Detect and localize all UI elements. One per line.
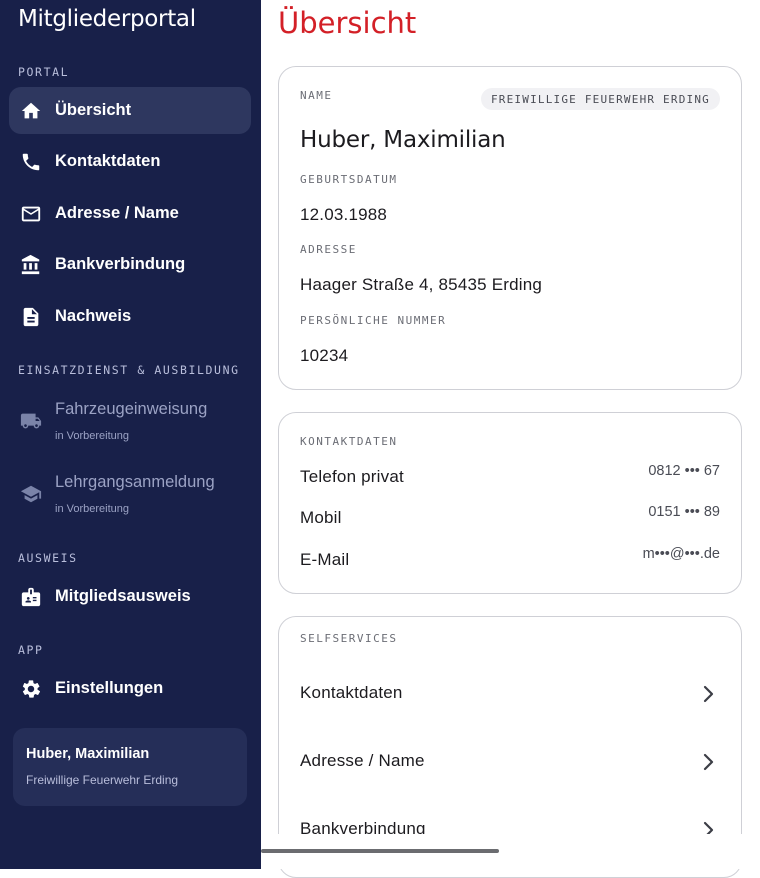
main-content: Übersicht NAME FREIWILLIGE FEUERWEHR ERD… [261,0,760,878]
selfservice-label: Adresse / Name [300,751,425,770]
contact-heading: KONTAKTDATEN [300,435,398,448]
personal-number-label: PERSÖNLICHE NUMMER [300,314,447,327]
sidebar-item-status: in Vorbereitung [55,430,129,442]
mail-icon [19,202,43,226]
sidebar-item-uebersicht[interactable]: Übersicht [9,87,251,134]
phone-label: Telefon privat [300,467,404,486]
sidebar-item-adresse[interactable]: Adresse / Name [9,190,251,237]
bank-icon [19,253,43,277]
sidebar-item-label: Mitgliedsausweis [55,587,191,605]
contact-card: KONTAKTDATEN Telefon privat 0812 ••• 67 … [278,412,742,594]
page-title: Übersicht [278,6,417,40]
user-organization: Freiwillige Feuerwehr Erding [26,773,179,787]
sidebar-item-status: in Vorbereitung [55,503,129,515]
home-icon [19,99,43,123]
organization-chip: FREIWILLIGE FEUERWEHR ERDING [480,88,720,110]
chevron-right-icon [701,684,717,704]
address-label: ADRESSE [300,243,357,256]
home-indicator[interactable] [261,849,499,853]
sidebar-item-label: Einstellungen [55,679,164,697]
phone-value: 0812 ••• 67 [648,463,720,479]
sidebar-item-label: Nachweis [55,307,132,325]
sidebar-item-kontaktdaten[interactable]: Kontaktdaten [9,138,251,185]
mobile-label: Mobil [300,508,342,527]
sidebar-item-label: Übersicht [55,101,132,119]
contact-row-email: E-Mail m•••@•••.de [300,546,720,574]
contact-row-phone: Telefon privat 0812 ••• 67 [300,463,720,491]
selfservice-kontaktdaten[interactable]: Kontaktdaten [279,665,741,725]
profile-card: NAME FREIWILLIGE FEUERWEHR ERDING Huber,… [278,66,742,390]
personal-number-value: 10234 [300,346,349,365]
email-value: m•••@•••.de [642,546,720,562]
sidebar-item-label: Fahrzeugeinweisung [55,400,208,418]
school-icon [19,482,43,506]
user-name: Huber, Maximilian [26,746,150,762]
sidebar-item-mitgliedsausweis[interactable]: Mitgliedsausweis [9,573,251,620]
selfservice-adresse[interactable]: Adresse / Name [279,733,741,793]
sidebar-item-label: Adresse / Name [55,204,179,222]
gear-icon [19,677,43,701]
email-label: E-Mail [300,550,350,569]
section-label-ausweis: AUSWEIS [18,551,78,565]
section-label-app: APP [18,643,44,657]
sidebar-item-fahrzeugeinweisung: Fahrzeugeinweisung in Vorbereitung [9,392,251,450]
section-label-einsatzdienst: EINSATZDIENST & AUSBILDUNG [18,363,240,377]
user-card[interactable]: Huber, Maximilian Freiwillige Feuerwehr … [13,728,247,806]
truck-icon [19,409,43,433]
sidebar-item-bankverbindung[interactable]: Bankverbindung [9,241,251,288]
sidebar-item-lehrgangsanmeldung: Lehrgangsanmeldung in Vorbereitung [9,465,251,523]
sidebar-item-label: Lehrgangsanmeldung [55,473,215,491]
contact-row-mobile: Mobil 0151 ••• 89 [300,504,720,532]
name-label: NAME [300,89,333,102]
sidebar: Mitgliederportal PORTAL Übersicht Kontak… [0,0,261,869]
phone-icon [19,150,43,174]
chevron-right-icon [701,752,717,772]
mobile-value: 0151 ••• 89 [648,504,720,520]
birthdate-label: GEBURTSDATUM [300,173,398,186]
birthdate-value: 12.03.1988 [300,205,388,224]
sidebar-item-nachweis[interactable]: Nachweis [9,293,251,340]
badge-icon [19,585,43,609]
sidebar-item-label: Kontaktdaten [55,152,161,170]
sidebar-item-einstellungen[interactable]: Einstellungen [9,665,251,712]
member-name: Huber, Maximilian [300,127,506,153]
selfservices-heading: SELFSERVICES [300,632,398,645]
address-value: Haager Straße 4, 85435 Erding [300,275,543,294]
app-title: Mitgliederportal [18,6,196,32]
section-label-portal: PORTAL [18,65,70,79]
sidebar-item-label: Bankverbindung [55,255,186,273]
document-icon [19,305,43,329]
selfservice-label: Kontaktdaten [300,683,403,702]
